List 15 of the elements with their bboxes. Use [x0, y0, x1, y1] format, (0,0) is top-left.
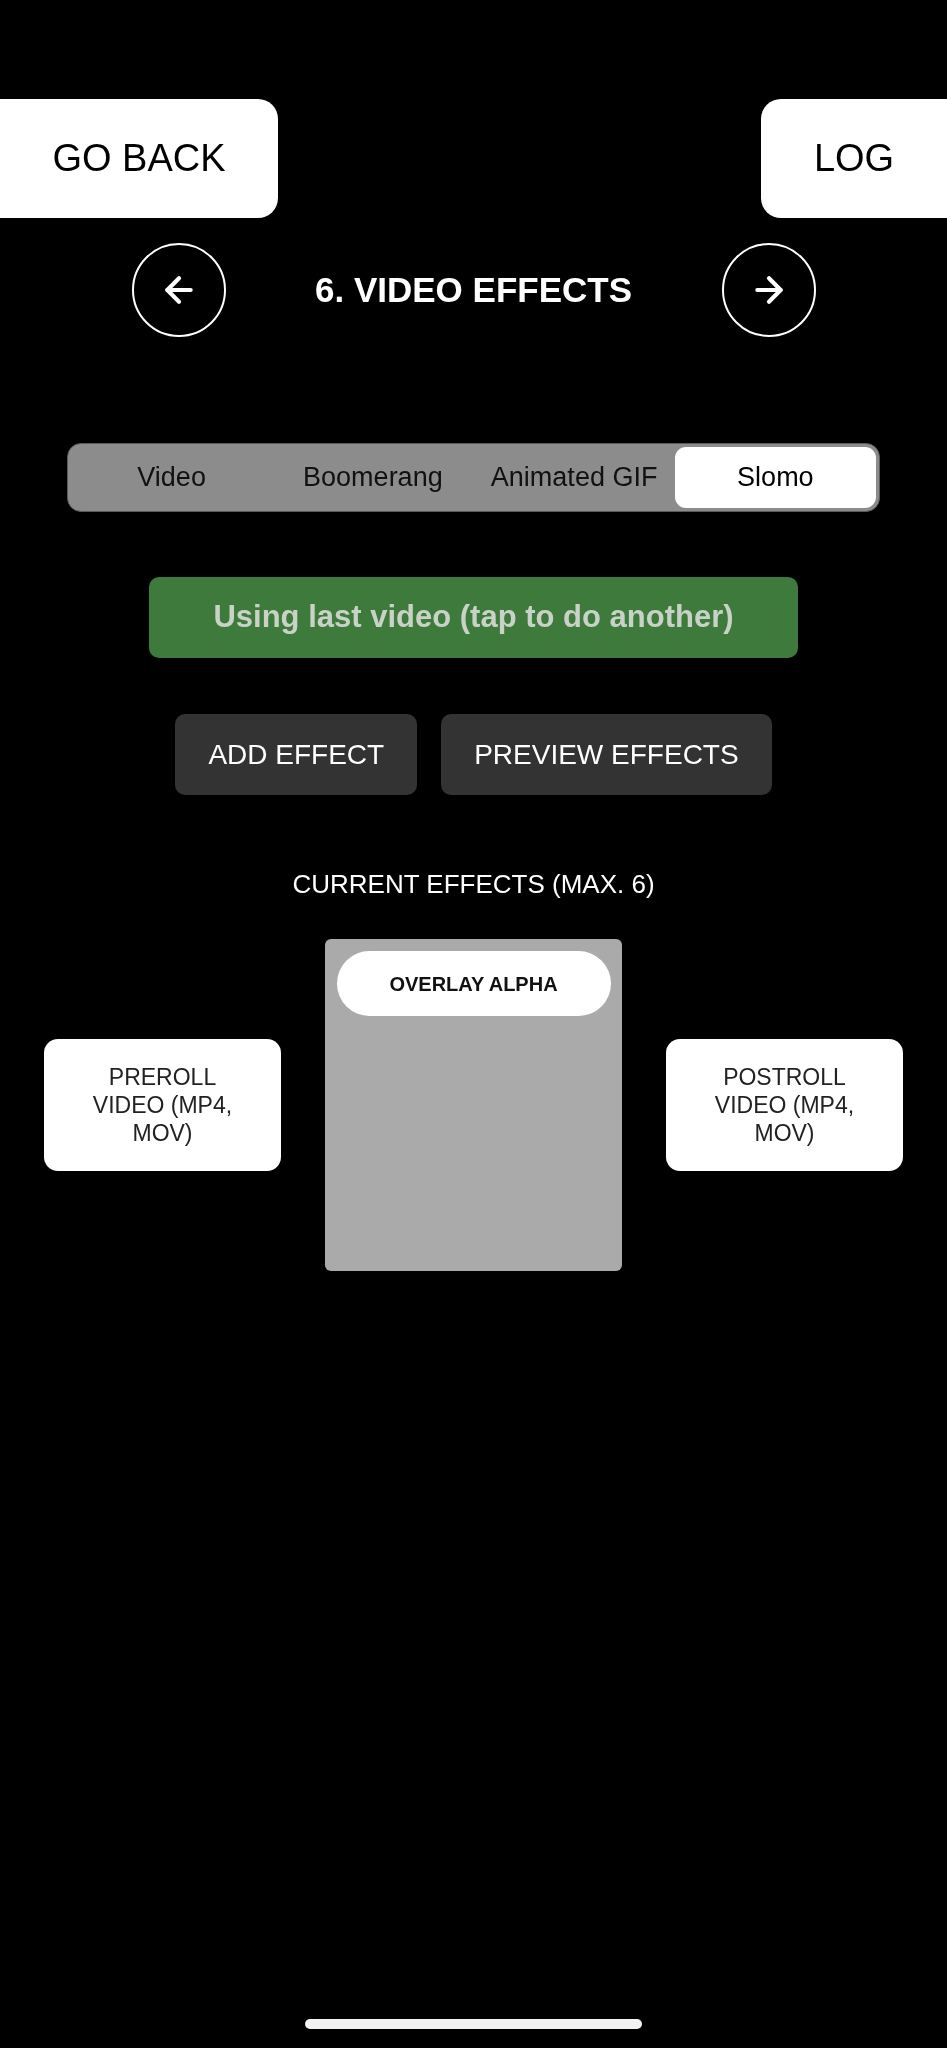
postroll-video-button[interactable]: POSTROLL VIDEO (MP4, MOV): [666, 1039, 903, 1171]
log-button[interactable]: LOG: [761, 99, 947, 218]
effect-pill-button[interactable]: OVERLAY ALPHA: [336, 951, 611, 1016]
next-step-button[interactable]: [721, 243, 816, 337]
go-back-button[interactable]: GO BACK: [0, 99, 278, 218]
current-effects-heading: CURRENT EFFECTS (MAX. 6): [292, 868, 655, 901]
media-type-tab[interactable]: Slomo: [674, 447, 876, 508]
media-type-tab[interactable]: Video: [71, 447, 273, 508]
add-effect-button[interactable]: ADD EFFECT: [175, 714, 418, 795]
preroll-video-button[interactable]: PREROLL VIDEO (MP4, MOV): [44, 1039, 281, 1171]
preview-effects-button[interactable]: PREVIEW EFFECTS: [441, 714, 772, 795]
previous-step-button[interactable]: [131, 243, 226, 337]
media-type-tab[interactable]: Animated GIF: [473, 447, 675, 508]
step-title: 6. VIDEO EFFECTS: [315, 268, 632, 311]
media-type-tab[interactable]: Boomerang: [272, 447, 474, 508]
